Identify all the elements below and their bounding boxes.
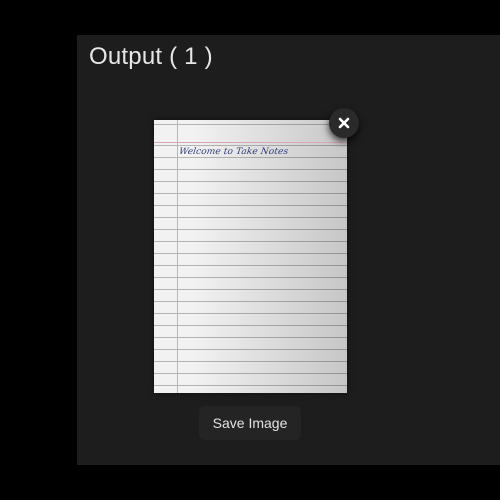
margin-line	[177, 120, 178, 393]
close-icon	[338, 117, 350, 129]
handwritten-text: Welcome to Take Notes	[178, 147, 289, 157]
close-button[interactable]	[329, 108, 359, 138]
header-line	[154, 142, 347, 143]
panel-title: Output ( 1 )	[89, 43, 213, 70]
note-image: Welcome to Take Notes	[154, 120, 347, 393]
output-panel: Output ( 1 ) Welcome to Take Notes Save …	[77, 35, 500, 465]
save-image-button[interactable]: Save Image	[199, 406, 301, 440]
